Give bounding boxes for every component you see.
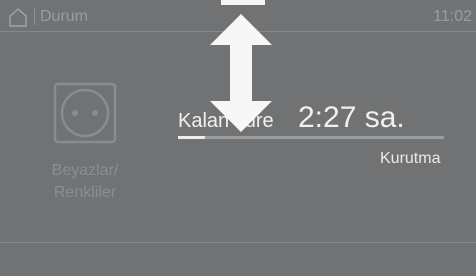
program-label-line-2: Renkliler <box>53 184 117 201</box>
progress-fill <box>178 136 205 139</box>
clock: 11:02 <box>433 8 472 25</box>
socket-icon <box>53 82 117 144</box>
drag-handle-icon[interactable] <box>221 0 265 5</box>
display-screen: Durum 11:02 Beyazlar/ Renkliler Kalan sü… <box>0 0 476 276</box>
status-separator <box>34 8 35 25</box>
remaining-time-value: 2:27 sa. <box>298 101 405 134</box>
bottom-divider <box>0 242 476 243</box>
up-down-arrow-icon[interactable] <box>208 14 274 132</box>
home-icon[interactable] <box>8 7 28 27</box>
phase-label: Kurutma <box>380 150 441 167</box>
program-label-line-1: Beyazlar/ <box>51 162 119 179</box>
program-label: Beyazlar/ Renkliler <box>30 160 140 204</box>
page-title: Durum <box>40 8 89 25</box>
progress-bar <box>178 136 444 139</box>
